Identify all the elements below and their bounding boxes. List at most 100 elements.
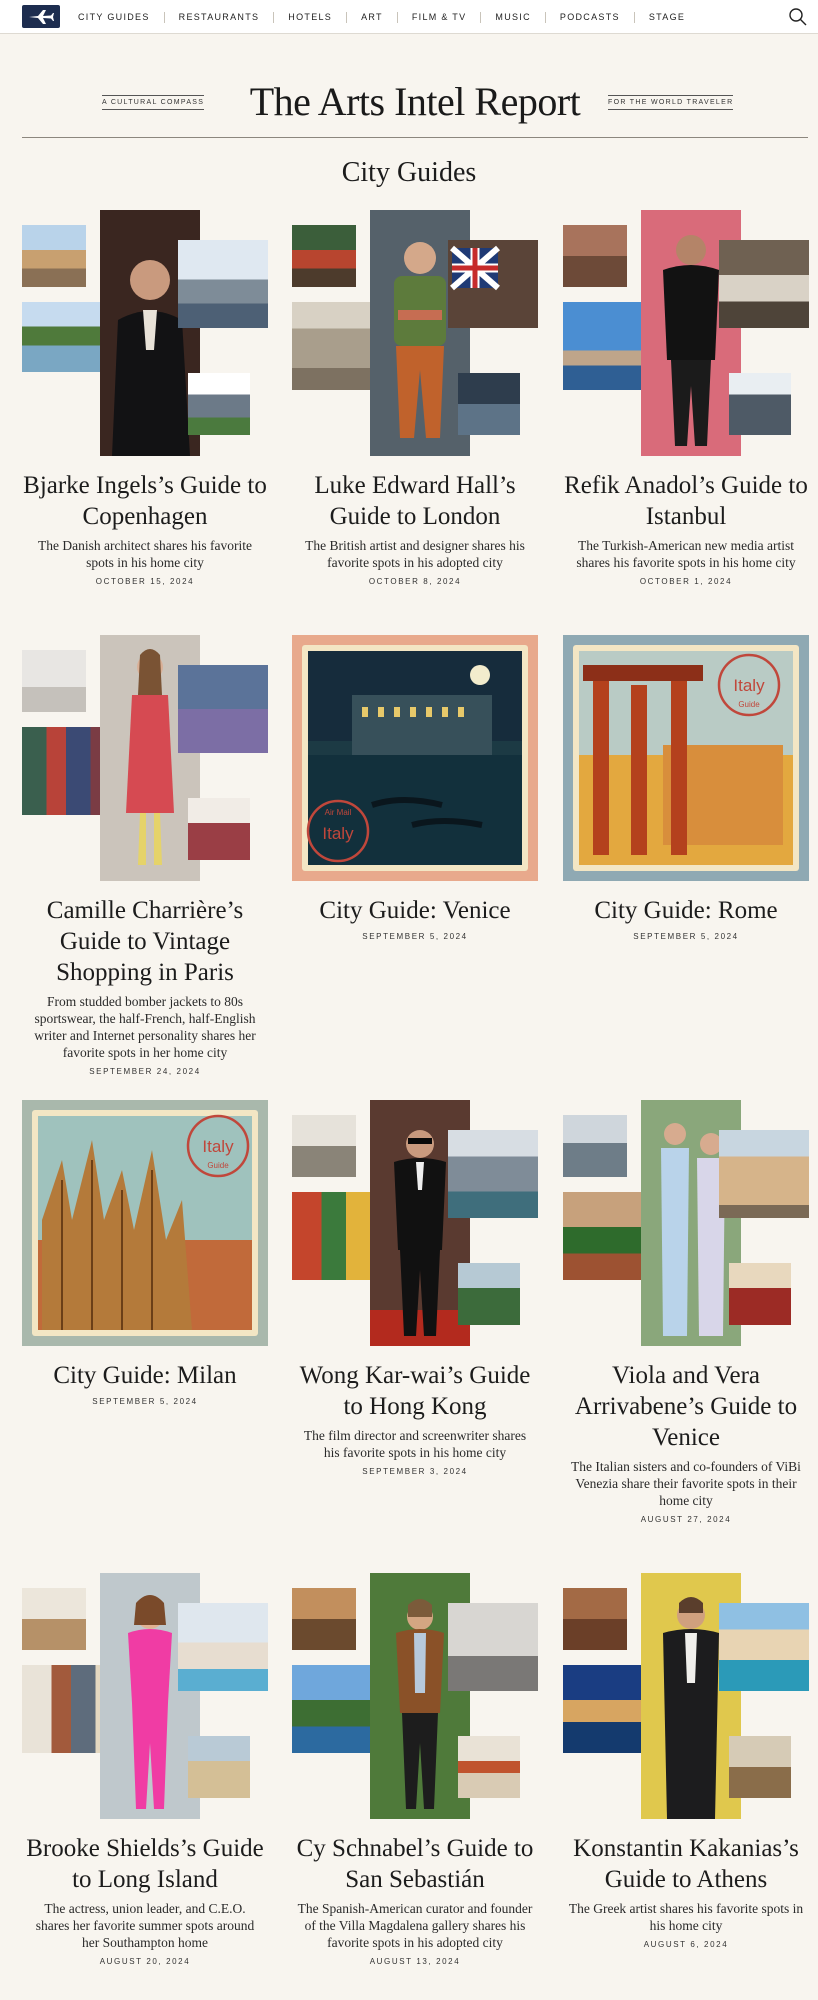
masthead: A Cultural Compass The Arts Intel Report… <box>22 72 808 138</box>
photo-palazzo <box>719 1130 809 1218</box>
photo-pool-house <box>178 1603 268 1691</box>
card-description: The Italian sisters and co-founders of V… <box>571 1459 801 1508</box>
card-date: August 6, 2024 <box>643 1940 729 1949</box>
card-date: September 3, 2024 <box>362 1467 468 1476</box>
guide-card-london[interactable]: Luke Edward Hall’s Guide to London The B… <box>292 210 538 586</box>
photo-shop <box>729 1736 791 1798</box>
photo-museum <box>729 373 791 435</box>
card-title[interactable]: Bjarke Ingels’s Guide to Copenhagen <box>22 470 268 532</box>
nav-music[interactable]: Music <box>481 11 546 23</box>
card-collage <box>22 635 268 881</box>
photo-interior <box>563 1588 627 1650</box>
card-title[interactable]: City Guide: Milan <box>22 1360 268 1391</box>
guide-card-athens[interactable]: Konstantin Kakanias’s Guide to Athens Th… <box>563 1573 809 1949</box>
card-title[interactable]: Viola and Vera Arrivabene’s Guide to Ven… <box>563 1360 809 1453</box>
section-title: City Guides <box>341 157 477 188</box>
stamp-text: Italy <box>733 676 765 695</box>
card-date: August 20, 2024 <box>99 1957 191 1966</box>
card-title[interactable]: Cy Schnabel’s Guide to San Sebastián <box>292 1833 538 1895</box>
card-collage <box>563 210 809 456</box>
guide-card-san-sebastian[interactable]: Cy Schnabel’s Guide to San Sebastián The… <box>292 1573 538 1966</box>
nav-film-tv[interactable]: Film & TV <box>398 11 482 23</box>
photo-boutique <box>188 798 250 860</box>
card-collage <box>292 1573 538 1819</box>
card-collage <box>22 1573 268 1819</box>
photo-pintxos <box>292 1588 356 1650</box>
card-date: September 5, 2024 <box>362 932 468 941</box>
guide-card-copenhagen[interactable]: Bjarke Ingels’s Guide to Copenhagen The … <box>22 210 268 586</box>
card-description: The Danish architect shares his favorite… <box>37 538 253 570</box>
photo-beach <box>188 1736 250 1798</box>
card-collage <box>563 1100 809 1346</box>
card-title[interactable]: City Guide: Rome <box>563 895 809 926</box>
stamp-top-text: Air Mail <box>325 808 352 817</box>
card-description: The actress, union leader, and C.E.O. sh… <box>35 1901 255 1950</box>
photo-sculpture <box>458 1736 520 1798</box>
photo-market <box>292 225 356 287</box>
card-title[interactable]: Wong Kar-wai’s Guide to Hong Kong <box>292 1360 538 1422</box>
search-icon[interactable] <box>788 7 808 27</box>
guide-card-hong-kong[interactable]: Wong Kar-wai’s Guide to Hong Kong The fi… <box>292 1100 538 1476</box>
card-description: The Turkish-American new media artist sh… <box>576 538 796 570</box>
card-title[interactable]: Refik Anadol’s Guide to Istanbul <box>563 470 809 532</box>
card-title[interactable]: Konstantin Kakanias’s Guide to Athens <box>563 1833 809 1895</box>
main-nav: City Guides Restaurants Hotels Art Film … <box>64 0 699 34</box>
stamp-bottom-text: Guide <box>207 1161 229 1170</box>
card-date: August 27, 2024 <box>640 1515 732 1524</box>
nav-hotels[interactable]: Hotels <box>274 11 348 23</box>
stamp-bottom-text: Guide <box>738 700 760 709</box>
nav-art[interactable]: Art <box>347 11 398 23</box>
guide-card-istanbul[interactable]: Refik Anadol’s Guide to Istanbul The Tur… <box>563 210 809 586</box>
nav-stage[interactable]: Stage <box>635 12 699 23</box>
card-date: September 24, 2024 <box>89 1067 201 1076</box>
stamp-text: Italy <box>322 824 354 843</box>
guide-card-rome[interactable]: Italy Guide City Guide: Rome September 5… <box>563 635 809 941</box>
guide-card-milan[interactable]: Italy Guide City Guide: Milan September … <box>22 1100 268 1406</box>
guide-card-paris-vintage[interactable]: Camille Charrière’s Guide to Vintage Sho… <box>22 635 268 1076</box>
card-title[interactable]: City Guide: Venice <box>292 895 538 926</box>
card-description: The Greek artist shares his favorite spo… <box>568 1901 804 1933</box>
photo-gallery-hall <box>448 1603 538 1691</box>
card-title[interactable]: Camille Charrière’s Guide to Vintage Sho… <box>22 895 268 988</box>
guide-card-venice[interactable]: Air Mail Italy City Guide: Venice Septem… <box>292 635 538 941</box>
card-date: October 8, 2024 <box>368 577 462 586</box>
card-date: October 1, 2024 <box>639 577 733 586</box>
top-nav: City Guides Restaurants Hotels Art Film … <box>0 0 818 34</box>
nav-city-guides[interactable]: City Guides <box>64 11 165 23</box>
photo-island <box>719 1603 809 1691</box>
card-collage <box>22 210 268 456</box>
photo-store <box>178 665 268 753</box>
card-collage <box>292 210 538 456</box>
airplane-logo-icon[interactable] <box>22 5 60 28</box>
card-description: From studded bomber jackets to 80s sport… <box>34 994 256 1060</box>
card-date: August 13, 2024 <box>369 1957 461 1966</box>
photo-building <box>22 225 86 287</box>
card-title[interactable]: Luke Edward Hall’s Guide to London <box>292 470 538 532</box>
card-collage <box>563 1573 809 1819</box>
card-description: The British artist and designer shares h… <box>305 538 525 570</box>
postcard-rome: Italy Guide <box>563 635 809 881</box>
photo-interior <box>292 1115 356 1177</box>
photo-union-jack <box>448 240 538 328</box>
guide-card-long-island[interactable]: Brooke Shields’s Guide to Long Island Th… <box>22 1573 268 1966</box>
card-date: September 5, 2024 <box>92 1397 198 1406</box>
photo-vases <box>22 650 86 712</box>
stamp-text: Italy <box>202 1137 234 1156</box>
photo-stairwell <box>719 240 809 328</box>
photo-skyline <box>448 1130 538 1218</box>
card-date: October 15, 2024 <box>95 577 195 586</box>
photo-bakery <box>22 1588 86 1650</box>
photo-pavilion <box>188 373 250 435</box>
photo-salon <box>729 1263 791 1325</box>
card-title[interactable]: Brooke Shields’s Guide to Long Island <box>22 1833 268 1895</box>
nav-restaurants[interactable]: Restaurants <box>165 11 275 23</box>
tagline-right: For the World Traveler <box>608 95 734 110</box>
card-date: September 5, 2024 <box>633 932 739 941</box>
photo-hills <box>458 1263 520 1325</box>
guide-card-venice-arrivabene[interactable]: Viola and Vera Arrivabene’s Guide to Ven… <box>563 1100 809 1524</box>
photo-harbor <box>178 240 268 328</box>
postcard-venice: Air Mail Italy <box>292 635 538 881</box>
nav-podcasts[interactable]: Podcasts <box>546 11 635 23</box>
postcard-milan: Italy Guide <box>22 1100 268 1346</box>
photo-canal <box>563 1115 627 1177</box>
